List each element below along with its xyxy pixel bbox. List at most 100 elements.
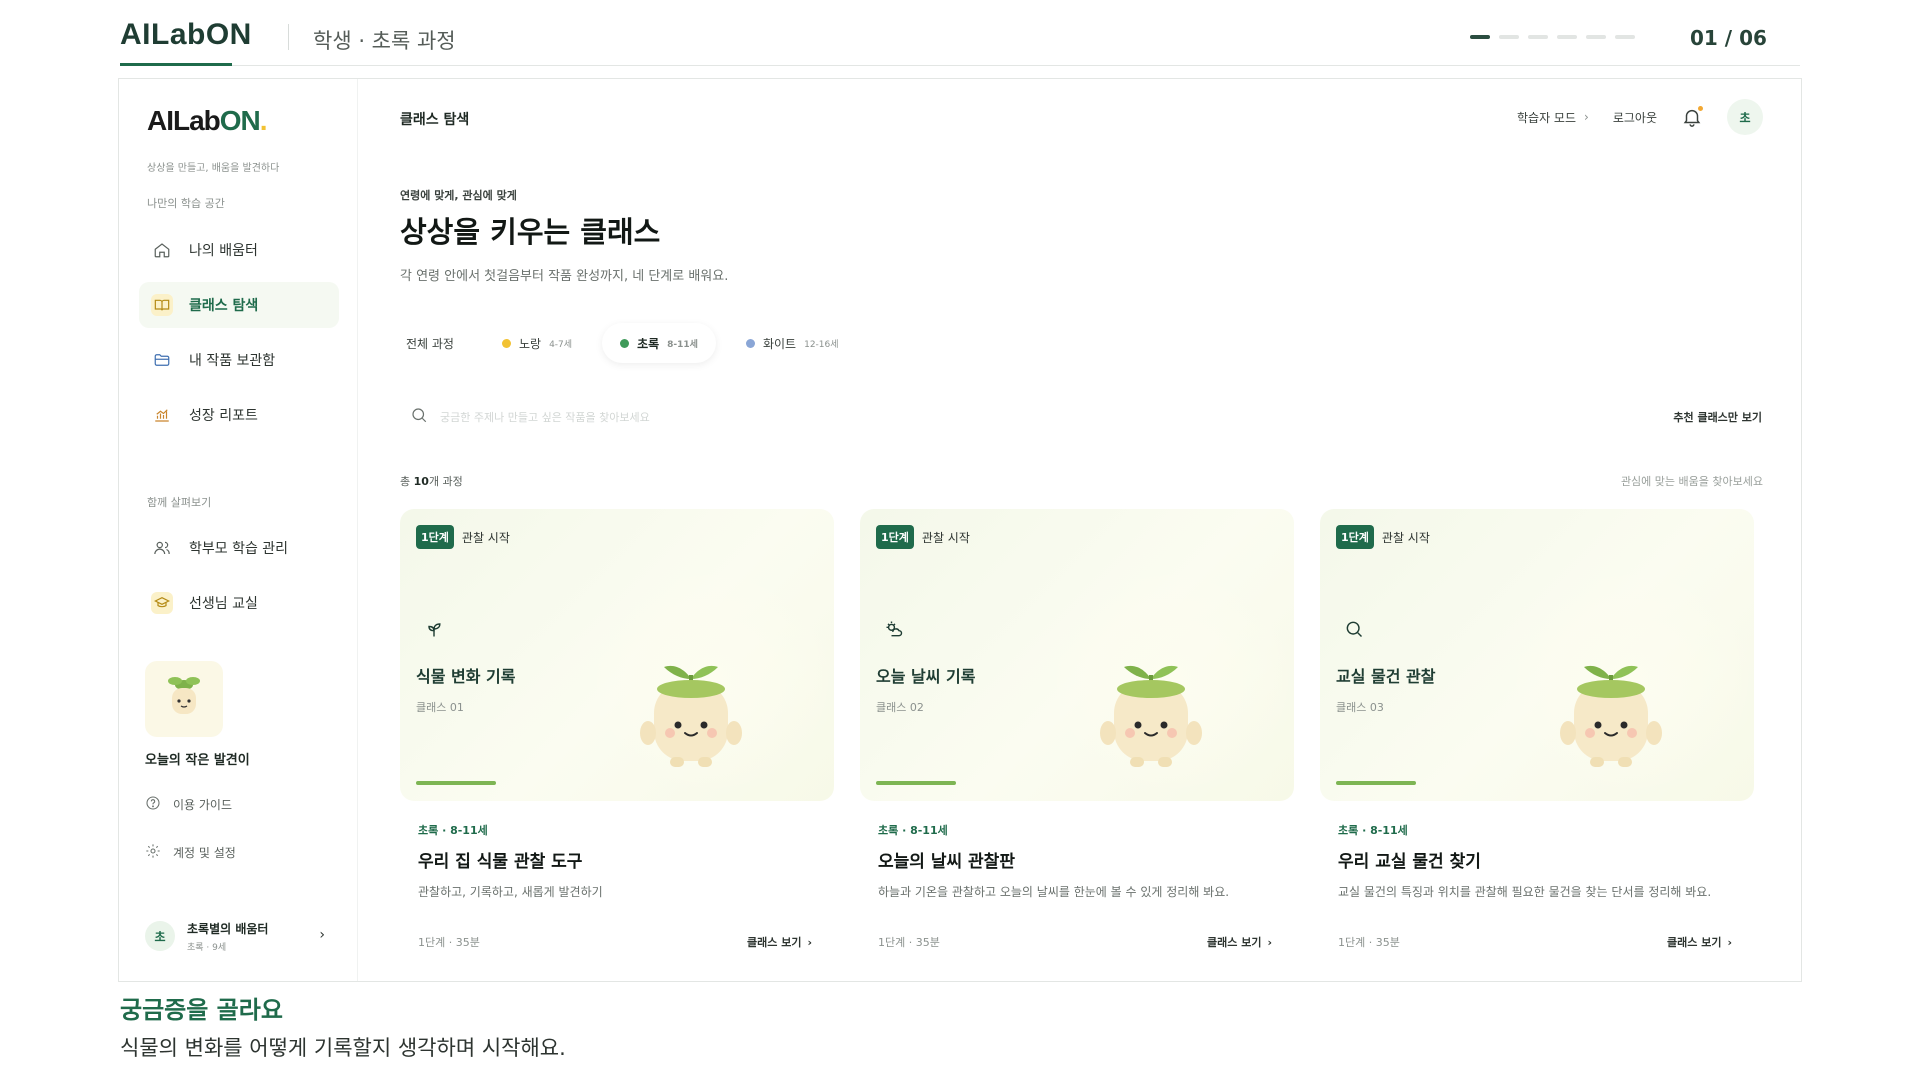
magnifier-icon (1344, 619, 1364, 643)
chevron-right-icon: › (319, 927, 325, 943)
card-class-number: 클래스 01 (416, 701, 464, 714)
graduation-cap-icon (151, 592, 173, 614)
stage-text: 관찰 시작 (1381, 530, 1430, 545)
help-icon (145, 795, 161, 814)
user-avatar[interactable]: 초 (1727, 99, 1763, 135)
sidebar-item-class-explore[interactable]: 클래스 탐색 (139, 282, 339, 328)
card-duration: 1단계 · 35분 (1338, 936, 1400, 949)
stage-pill: 1단계 (416, 525, 454, 549)
filter-chip-age: 4-7세 (549, 339, 573, 350)
gear-icon (145, 843, 161, 862)
card-visual: 1단계 관찰 시작식물 변화 기록클래스 01 (400, 509, 834, 801)
book-icon (151, 294, 173, 316)
sprout-icon (424, 619, 444, 643)
slide-caption-body: 식물의 변화를 어떻게 기록할지 생각하며 시작해요. (120, 1036, 566, 1060)
class-card[interactable]: 1단계 관찰 시작 오늘 날씨 기록 클래스 02 초록 · 8-11세 오늘의 날씨 관… (860, 509, 1294, 981)
stage-badge: 1단계 관찰 시작 (1336, 525, 1430, 549)
filter-chip-age: 12-16세 (804, 339, 839, 350)
filter-chip-age: 8-11세 (667, 339, 698, 350)
card-title: 오늘의 날씨 관찰판 (878, 852, 1015, 872)
learner-mode-link[interactable]: 학습자 모드 › (1517, 109, 1589, 126)
users-icon (151, 537, 173, 559)
app-logo[interactable]: AILabON. (147, 105, 268, 137)
profile-card[interactable]: 초 초록별의 배움터 초록 · 9세 › (139, 907, 339, 965)
page-dot[interactable] (1499, 35, 1519, 39)
help-guide-link[interactable]: 이용 가이드 (145, 795, 232, 814)
avatar: 초 (145, 921, 175, 951)
progress-fill (416, 781, 496, 785)
view-class-button[interactable]: 클래스 보기 › (1667, 934, 1732, 950)
search-icon (410, 406, 428, 428)
weather-icon (884, 619, 904, 643)
filter-chip-label: 노랑 (518, 336, 542, 351)
stage-badge: 1단계 관찰 시작 (416, 525, 510, 549)
filter-chip[interactable]: 노랑 4-7세 (483, 323, 591, 363)
filter-chip-label: 화이트 (762, 336, 797, 351)
filter-chip-label: 초록 (637, 336, 660, 351)
card-duration: 1단계 · 35분 (878, 936, 940, 949)
profile-name: 초록별의 배움터 (187, 921, 269, 936)
class-card[interactable]: 1단계 관찰 시작 식물 변화 기록 클래스 01 초록 · 8-11세 우리 집 식물 … (400, 509, 834, 981)
account-settings-link[interactable]: 계정 및 설정 (145, 843, 236, 862)
mascot-thumbnail (145, 661, 223, 737)
view-class-button[interactable]: 클래스 보기 › (1207, 934, 1272, 950)
page-dot[interactable] (1528, 35, 1548, 39)
mascot-illustration (1556, 649, 1666, 779)
card-visual: 1단계 관찰 시작 교실 물건 관찰 클래스 03 (1320, 509, 1754, 801)
sidebar-item-teacher[interactable]: 선생님 교실 (139, 580, 339, 626)
chart-icon (151, 404, 173, 426)
filter-chip[interactable]: 화이트 12-16세 (727, 323, 857, 363)
sidebar-section-personal: 나만의 학습 공간 (147, 197, 225, 210)
filter-chip[interactable]: 전체 과정 (388, 323, 472, 363)
class-card[interactable]: 1단계 관찰 시작 교실 물건 관찰 클래스 03 초록 · 8-11세 우리 교실 물건… (1320, 509, 1754, 981)
card-level-meta: 초록 · 8-11세 (418, 824, 488, 837)
page-dot[interactable] (1586, 35, 1606, 39)
app-logo-accent: ON (219, 105, 261, 136)
recommend-only-toggle[interactable]: 추천 클래스만 보기 (1673, 409, 1762, 425)
course-count-prefix: 총 (400, 475, 414, 488)
view-class-button[interactable]: 클래스 보기 › (747, 934, 812, 950)
progress-fill (876, 781, 956, 785)
stage-badge: 1단계 관찰 시작 (876, 525, 970, 549)
sidebar-item-label: 성장 리포트 (189, 408, 258, 424)
filter-chip[interactable]: 초록 8-11세 (602, 323, 716, 363)
sidebar-section-shared: 함께 살펴보기 (147, 496, 212, 509)
deck-page-counter: 01 / 06 (1690, 26, 1767, 50)
deck-divider (288, 24, 289, 50)
sidebar-item-portfolio[interactable]: 내 작품 보관함 (139, 337, 339, 383)
sidebar-item-parent[interactable]: 학부모 학습 관리 (139, 525, 339, 571)
deck-brand: AILabON (120, 18, 252, 51)
page-dot[interactable] (1470, 35, 1490, 39)
logout-button[interactable]: 로그아웃 (1613, 109, 1657, 126)
sidebar-item-label: 선생님 교실 (189, 596, 258, 612)
view-class-label: 클래스 보기 (1667, 936, 1722, 949)
deck-subtitle: 학생 · 초록 과정 (313, 29, 456, 53)
card-class-number: 클래스 02 (876, 701, 924, 714)
card-duration: 1단계 · 35분 (418, 936, 480, 949)
folder-icon (151, 349, 173, 371)
course-count-suffix: 개 과정 (428, 475, 463, 488)
slide-caption-title: 궁금증을 골라요 (120, 996, 283, 1024)
card-topic-name: 식물 변화 기록 (416, 667, 516, 686)
filter-chip-label: 전체 과정 (406, 336, 454, 351)
home-icon (151, 239, 173, 261)
account-settings-label: 계정 및 설정 (173, 846, 236, 860)
card-class-number: 클래스 03 (1336, 701, 1384, 714)
course-count-number: 10 (413, 475, 429, 488)
course-count: 총 10개 과정 (400, 473, 463, 489)
color-dot-icon (745, 338, 755, 348)
search-input[interactable] (440, 410, 1340, 424)
page-dot[interactable] (1615, 35, 1635, 39)
page-dot[interactable] (1557, 35, 1577, 39)
bell-icon[interactable] (1681, 106, 1703, 128)
hero-eyebrow: 연령에 맞게, 관심에 맞게 (400, 189, 517, 202)
card-level-meta: 초록 · 8-11세 (1338, 824, 1408, 837)
app-tagline: 상상을 만들고, 배움을 발견하다 (147, 163, 280, 174)
hero-description: 각 연령 안에서 첫걸음부터 작품 완성까지, 네 단계로 배워요. (400, 269, 729, 284)
profile-meta: 초록 · 9세 (187, 942, 227, 953)
card-description: 하늘과 기온을 관찰하고 오늘의 날씨를 한눈에 볼 수 있게 정리해 봐요. (878, 885, 1230, 899)
progress-fill (1336, 781, 1416, 785)
sidebar-item-home[interactable]: 나의 배움터 (139, 227, 339, 273)
sidebar-item-growth-report[interactable]: 성장 리포트 (139, 392, 339, 438)
hero-title: 상상을 키우는 클래스 (400, 215, 661, 249)
